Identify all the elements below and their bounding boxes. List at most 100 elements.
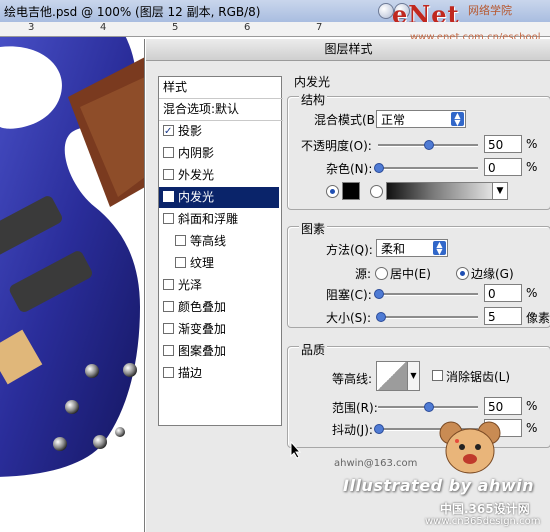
- glow-color-swatch[interactable]: [342, 182, 360, 200]
- style-item-checkbox[interactable]: [163, 213, 174, 224]
- noise-unit: %: [526, 160, 538, 174]
- jitter-label: 抖动(J):: [332, 423, 373, 437]
- ruler-tick: 5: [172, 22, 179, 33]
- ruler-tick: 3: [28, 22, 35, 33]
- contour-picker[interactable]: [376, 361, 408, 391]
- style-item[interactable]: 描边: [159, 363, 279, 384]
- style-list: 样式 混合选项:默认 投影内阴影外发光内发光斜面和浮雕等高线纹理光泽颜色叠加渐变…: [158, 76, 283, 426]
- gradient-radio[interactable]: [370, 185, 383, 198]
- range-slider[interactable]: [378, 402, 478, 412]
- opacity-input[interactable]: 50: [484, 135, 522, 153]
- style-item-label: 外发光: [178, 168, 215, 182]
- size-slider[interactable]: [376, 312, 478, 322]
- document-title: 绘电吉他.psd @ 100% (图层 12 副本, RGB/8): [4, 5, 261, 19]
- style-item-label: 描边: [178, 366, 203, 380]
- style-item-checkbox[interactable]: [163, 147, 174, 158]
- source-center-radio[interactable]: [375, 267, 388, 280]
- blend-mode-value: 正常: [381, 113, 406, 127]
- style-item[interactable]: 斜面和浮雕: [159, 209, 279, 230]
- choke-unit: %: [526, 286, 538, 300]
- ruler-tick: 6: [244, 22, 251, 33]
- jitter-unit: %: [526, 421, 538, 435]
- style-list-header: 样式: [159, 77, 283, 99]
- range-slider-thumb[interactable]: [424, 402, 434, 412]
- choke-input[interactable]: 0: [484, 284, 522, 302]
- style-item[interactable]: 纹理: [159, 253, 279, 274]
- method-value: 柔和: [381, 242, 406, 256]
- author-credit: ahwin@163.com: [334, 458, 418, 469]
- style-item-label: 投影: [178, 124, 203, 138]
- style-item-label: 内阴影: [178, 146, 215, 160]
- jitter-slider-thumb[interactable]: [374, 424, 384, 434]
- select-spinner-icon: ▲ ▼: [433, 241, 446, 256]
- style-item-label: 纹理: [190, 256, 215, 270]
- style-item-label: 斜面和浮雕: [178, 212, 239, 226]
- noise-slider[interactable]: [374, 163, 478, 173]
- contour-label: 等高线:: [332, 372, 373, 386]
- mascot-watermark-image: [439, 421, 501, 474]
- dialog-title[interactable]: 图层样式: [146, 39, 550, 61]
- chevron-down-icon[interactable]: ▼: [407, 361, 420, 391]
- style-item-checkbox[interactable]: [163, 301, 174, 312]
- mouse-cursor-icon: [290, 441, 302, 459]
- guitar-body-illustration: [0, 37, 145, 477]
- style-item[interactable]: 等高线: [159, 231, 279, 252]
- enet-logo-cn: 网络学院: [468, 4, 512, 17]
- style-item-checkbox[interactable]: [163, 279, 174, 290]
- site-watermark-url: www.cn365design.com: [425, 516, 541, 527]
- source-label: 源:: [355, 267, 372, 281]
- style-item-checkbox[interactable]: [175, 257, 186, 268]
- color-radio[interactable]: [326, 185, 339, 198]
- blend-mode-label: 混合模式(B):: [314, 113, 384, 127]
- blend-mode-select[interactable]: 正常 ▲ ▼: [376, 110, 466, 128]
- method-label: 方法(Q):: [326, 243, 373, 257]
- style-item-checkbox[interactable]: [163, 187, 174, 208]
- elements-title: 图素: [299, 220, 328, 237]
- ruler-tick: 7: [316, 22, 323, 33]
- style-item-checkbox[interactable]: [163, 323, 174, 334]
- structure-title: 结构: [299, 91, 328, 108]
- source-edge-label: 边缘(G): [471, 267, 514, 281]
- choke-label: 阻塞(C):: [326, 288, 372, 302]
- style-item[interactable]: 光泽: [159, 275, 279, 296]
- range-input[interactable]: 50: [484, 397, 522, 415]
- choke-slider[interactable]: [374, 289, 478, 299]
- ruler-tick: 4: [100, 22, 107, 33]
- method-select[interactable]: 柔和 ▲ ▼: [376, 239, 448, 257]
- style-item-checkbox[interactable]: [163, 367, 174, 378]
- antialias-checkbox[interactable]: [432, 370, 443, 381]
- style-item[interactable]: 颜色叠加: [159, 297, 279, 318]
- glow-gradient-picker[interactable]: [386, 182, 500, 200]
- site-watermark-cn: 中国.365设计网: [440, 502, 530, 516]
- size-unit: 像素: [526, 311, 550, 325]
- opacity-slider[interactable]: [378, 140, 478, 150]
- style-item-label: 等高线: [190, 234, 227, 248]
- style-item-checkbox[interactable]: [163, 345, 174, 356]
- style-item-checkbox[interactable]: [163, 169, 174, 180]
- antialias-label: 消除锯齿(L): [446, 370, 511, 384]
- source-center-label: 居中(E): [390, 267, 431, 281]
- size-label: 大小(S):: [326, 311, 372, 325]
- size-input[interactable]: 5: [484, 307, 522, 325]
- document-canvas[interactable]: [0, 37, 145, 532]
- style-item[interactable]: 投影: [159, 121, 279, 142]
- source-edge-radio[interactable]: [456, 267, 469, 280]
- opacity-slider-thumb[interactable]: [424, 140, 434, 150]
- range-label: 范围(R):: [332, 401, 378, 415]
- style-item-label: 颜色叠加: [178, 300, 227, 314]
- noise-input[interactable]: 0: [484, 158, 522, 176]
- choke-slider-thumb[interactable]: [374, 289, 384, 299]
- style-item-label: 渐变叠加: [178, 322, 227, 336]
- style-item-checkbox[interactable]: [175, 235, 186, 246]
- style-item[interactable]: 外发光: [159, 165, 279, 186]
- style-item[interactable]: 内发光: [159, 187, 279, 208]
- style-item-checkbox[interactable]: [163, 121, 174, 142]
- opacity-unit: %: [526, 137, 538, 151]
- style-item[interactable]: 内阴影: [159, 143, 279, 164]
- chevron-down-icon[interactable]: ▼: [492, 182, 508, 200]
- blend-options-item[interactable]: 混合选项:默认: [159, 99, 283, 121]
- size-slider-thumb[interactable]: [376, 312, 386, 322]
- style-item[interactable]: 图案叠加: [159, 341, 279, 362]
- style-item[interactable]: 渐变叠加: [159, 319, 279, 340]
- noise-slider-thumb[interactable]: [374, 163, 384, 173]
